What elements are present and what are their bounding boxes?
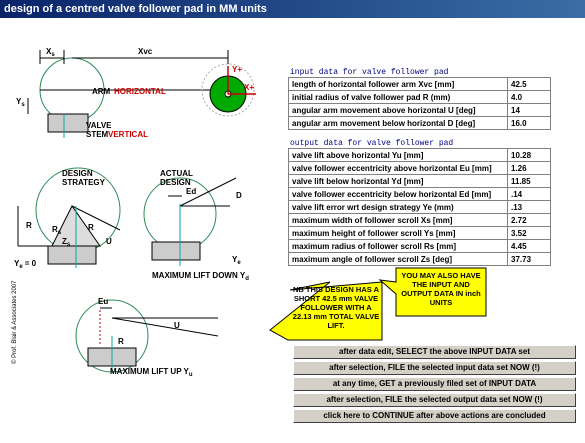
x-plus-label: X+ [244, 83, 254, 92]
input-d-field[interactable]: 16.0 [507, 116, 551, 130]
max-lift-down-label: MAXIMUM LIFT DOWN Yd [152, 271, 249, 282]
table-row: valve lift error wrt design strategy Ye … [288, 200, 551, 214]
eu-label: Eu [98, 297, 108, 306]
r-label-design: R [26, 221, 32, 230]
actual-design-line1: ACTUAL [160, 169, 193, 178]
window-title: design of a centred valve follower pad i… [4, 3, 267, 15]
valve-block-top [47, 113, 89, 133]
r-label-design-2: R [88, 223, 94, 232]
output-section-header: output data for valve follower pad [290, 139, 454, 148]
table-row: angular arm movement above horizontal U … [288, 103, 551, 117]
table-row: maximum width of follower scroll Xs [mm]… [288, 213, 551, 227]
ys-label: Ys [16, 97, 25, 108]
u-label-design: U [106, 237, 112, 246]
select-input-button[interactable]: after data edit, SELECT the above INPUT … [293, 345, 576, 359]
main-client-area: Xs Xvc Ys ARM HORIZONTAL VALVE STEM VERT… [0, 18, 585, 443]
xvc-label: Xvc [138, 47, 153, 56]
horizontal-label: HORIZONTAL [114, 87, 166, 96]
input-xvc-field[interactable]: 42.5 [507, 77, 551, 91]
stem-label: STEM [86, 130, 109, 139]
u-label-up: U [174, 321, 180, 330]
input-r-field[interactable]: 4.0 [507, 90, 551, 104]
copyright-label: © Prof. Blair & Associates 2007 [11, 280, 18, 364]
output-data-table: valve lift above horizontal Yu [mm] 10.28… [288, 148, 551, 266]
table-row: maximum radius of follower scroll Rs [mm… [288, 239, 551, 253]
ed-label: Ed [186, 187, 196, 196]
table-row: valve follower eccentricity below horizo… [288, 187, 551, 201]
callout-design-text: NB THIS DESIGN HAS A SHORT 42.5 mm VALVE… [292, 285, 380, 330]
table-row: maximum height of follower scroll Ys [mm… [288, 226, 551, 240]
table-row: maximum angle of follower scroll Zs [deg… [288, 252, 551, 266]
r-label-up: R [118, 337, 124, 346]
actual-design-line2: DESIGN [160, 178, 191, 187]
continue-button[interactable]: click here to CONTINUE after above actio… [293, 409, 576, 423]
input-data-table: length of horizontal follower arm Xvc [m… [288, 77, 551, 130]
table-row: valve lift above horizontal Yu [mm] 10.28 [288, 148, 551, 162]
table-row: valve lift below horizontal Yd [mm] 11.85 [288, 174, 551, 188]
table-row: initial radius of valve follower pad R (… [288, 90, 551, 104]
file-output-button[interactable]: after selection, FILE the selected outpu… [293, 393, 576, 407]
get-input-button[interactable]: at any time, GET a previously filed set … [293, 377, 576, 391]
arm-label: ARM [92, 87, 111, 96]
design-strategy-line1: DESIGN [62, 169, 93, 178]
y-plus-label: Y+ [232, 65, 242, 74]
ye0-label: Ye = 0 [14, 259, 37, 270]
max-lift-up-label: MAXIMUM LIFT UP Yu [110, 367, 193, 378]
callout-units-text: YOU MAY ALSO HAVE THE INPUT AND OUTPUT D… [401, 271, 481, 307]
design-strategy-line2: STRATEGY [62, 178, 106, 187]
window-titlebar: design of a centred valve follower pad i… [0, 0, 585, 18]
valve-label: VALVE [86, 121, 112, 130]
rs-label: Rs [52, 225, 62, 236]
d-label: D [236, 191, 242, 200]
input-section-header: input data for valve follower pad [290, 68, 449, 77]
input-u-field[interactable]: 14 [507, 103, 551, 117]
ye-label: Ye [232, 255, 241, 266]
vertical-label: VERTICAL [108, 130, 148, 139]
xs-label: Xs [46, 47, 55, 58]
file-input-button[interactable]: after selection, FILE the selected input… [293, 361, 576, 375]
table-row: length of horizontal follower arm Xvc [m… [288, 77, 551, 91]
table-row: valve follower eccentricity above horizo… [288, 161, 551, 175]
table-row: angular arm movement below horizontal D … [288, 116, 551, 130]
